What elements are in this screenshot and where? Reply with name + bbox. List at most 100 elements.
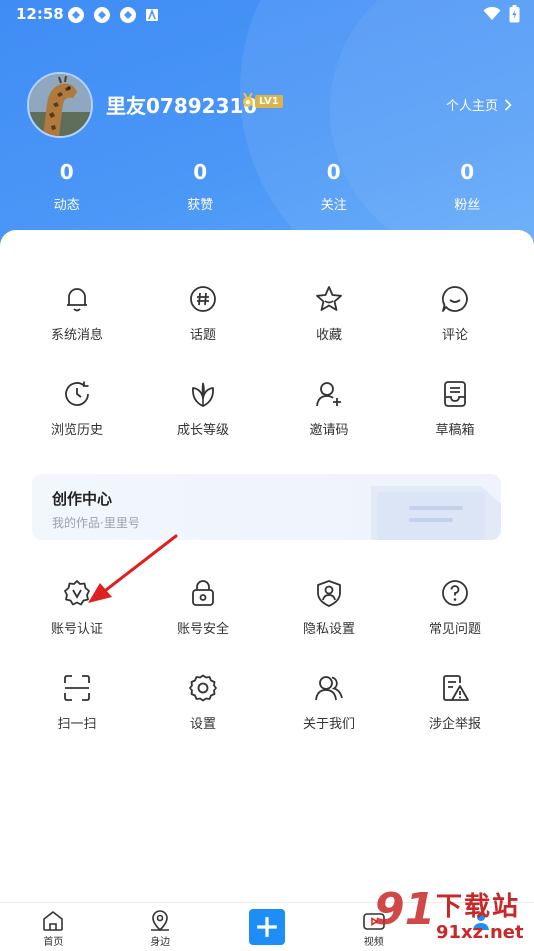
creation-decor-icon	[341, 474, 501, 540]
menu-item-label: 涉企举报	[392, 713, 518, 732]
stat-value: 0	[401, 160, 534, 184]
menu-item-account-verification[interactable]: 账号认证	[14, 578, 140, 637]
stat-value: 0	[267, 160, 401, 184]
draft-box-icon	[440, 379, 470, 409]
menu-row: 浏览历史 成长等级 邀请码 草稿箱	[0, 379, 534, 438]
creation-center-title: 创作中心	[52, 488, 112, 509]
menu-item-settings[interactable]: 设置	[140, 673, 266, 732]
bell-icon	[62, 284, 92, 314]
scan-icon	[62, 673, 92, 703]
profile-header: 12:58 里友07892310 LV1 个人主页 0	[0, 0, 534, 260]
home-icon	[41, 909, 65, 933]
menu-item-topics[interactable]: 话题	[140, 284, 266, 343]
menu-item-invite-code[interactable]: 邀请码	[266, 379, 392, 438]
personal-homepage-link[interactable]: 个人主页	[446, 95, 512, 114]
stat-value: 0	[134, 160, 268, 184]
avatar[interactable]	[27, 72, 93, 138]
menu-item-faq[interactable]: 常见问题	[392, 578, 518, 637]
nav-label: 身边	[107, 933, 214, 948]
personal-homepage-label: 个人主页	[446, 95, 498, 114]
level-label: LV1	[255, 95, 283, 108]
menu-item-scan[interactable]: 扫一扫	[14, 673, 140, 732]
menu-item-label: 浏览历史	[14, 419, 140, 438]
watermark-brand: 下载站	[436, 886, 520, 923]
menu-item-label: 账号安全	[140, 618, 266, 637]
nav-label: 首页	[0, 933, 107, 948]
battery-icon	[509, 5, 520, 23]
menu-item-label: 草稿箱	[392, 419, 518, 438]
watermark-logo: 91	[374, 884, 435, 935]
publish-button[interactable]	[249, 909, 285, 945]
username: 里友07892310	[106, 90, 257, 119]
menu-item-account-security[interactable]: 账号安全	[140, 578, 266, 637]
app-notification-icon	[67, 6, 85, 24]
menu-item-label: 隐私设置	[266, 618, 392, 637]
gear-icon	[188, 673, 218, 703]
menu-item-favorites[interactable]: 收藏	[266, 284, 392, 343]
history-icon	[62, 379, 92, 409]
menu-item-label: 话题	[140, 324, 266, 343]
stat-label: 关注	[267, 194, 401, 213]
star-icon	[314, 284, 344, 314]
nav-home[interactable]: 首页	[0, 903, 107, 951]
location-icon	[148, 909, 172, 933]
menu-item-label: 关于我们	[266, 713, 392, 732]
status-time: 12:58	[16, 5, 64, 23]
stat-followers[interactable]: 0 粉丝	[401, 160, 534, 213]
watermark: 91 下载站 91xz.net	[374, 880, 534, 950]
menu-item-growth-level[interactable]: 成长等级	[140, 379, 266, 438]
menu-item-about-us[interactable]: 关于我们	[266, 673, 392, 732]
creation-center-card[interactable]: 创作中心 我的作品·里里号	[32, 474, 501, 540]
menu-item-drafts[interactable]: 草稿箱	[392, 379, 518, 438]
app-notification-icon	[93, 6, 111, 24]
menu-item-privacy-settings[interactable]: 隐私设置	[266, 578, 392, 637]
stat-likes[interactable]: 0 获赞	[134, 160, 268, 213]
menu-item-report[interactable]: 涉企举报	[392, 673, 518, 732]
level-badge: LV1	[242, 93, 283, 109]
watermark-domain: 91xz.net	[436, 922, 524, 943]
stat-following[interactable]: 0 关注	[267, 160, 401, 213]
shield-user-icon	[314, 578, 344, 608]
menu-item-label: 邀请码	[266, 419, 392, 438]
menu-item-label: 评论	[392, 324, 518, 343]
nav-publish[interactable]	[214, 903, 321, 951]
stats-row: 0 动态 0 获赞 0 关注 0 粉丝	[0, 160, 534, 213]
stat-label: 获赞	[134, 194, 268, 213]
menu-item-label: 账号认证	[14, 618, 140, 637]
font-notification-icon	[145, 8, 159, 22]
menu-item-label: 收藏	[266, 324, 392, 343]
report-icon	[440, 673, 470, 703]
nav-nearby[interactable]: 身边	[107, 903, 214, 951]
menu-row: 账号认证 账号安全 隐私设置 常见问题	[0, 578, 534, 637]
menu-item-label: 设置	[140, 713, 266, 732]
comment-icon	[440, 284, 470, 314]
hashtag-icon	[188, 284, 218, 314]
app-notification-icon	[119, 6, 137, 24]
menu-item-system-messages[interactable]: 系统消息	[14, 284, 140, 343]
wifi-icon	[483, 7, 501, 21]
menu-item-label: 成长等级	[140, 419, 266, 438]
menu-row: 系统消息 话题 收藏 评论	[0, 284, 534, 343]
menu-item-history[interactable]: 浏览历史	[14, 379, 140, 438]
creation-center-subtitle: 我的作品·里里号	[52, 514, 140, 531]
medal-icon	[242, 93, 254, 109]
plus-icon	[255, 915, 279, 939]
users-icon	[314, 673, 344, 703]
stat-label: 粉丝	[401, 194, 534, 213]
menu-item-comments[interactable]: 评论	[392, 284, 518, 343]
menu-item-label: 扫一扫	[14, 713, 140, 732]
lock-icon	[188, 578, 218, 608]
menu-item-label: 常见问题	[392, 618, 518, 637]
chevron-right-icon	[504, 99, 512, 111]
status-bar: 12:58	[0, 0, 534, 30]
giraffe-avatar-image	[29, 74, 91, 136]
stat-value: 0	[0, 160, 134, 184]
invite-user-icon	[314, 379, 344, 409]
stat-posts[interactable]: 0 动态	[0, 160, 134, 213]
leaf-icon	[188, 379, 218, 409]
menu-item-label: 系统消息	[14, 324, 140, 343]
question-icon	[440, 578, 470, 608]
menu-row: 扫一扫 设置 关于我们 涉企举报	[0, 673, 534, 732]
stat-label: 动态	[0, 194, 134, 213]
verified-badge-icon	[62, 578, 92, 608]
